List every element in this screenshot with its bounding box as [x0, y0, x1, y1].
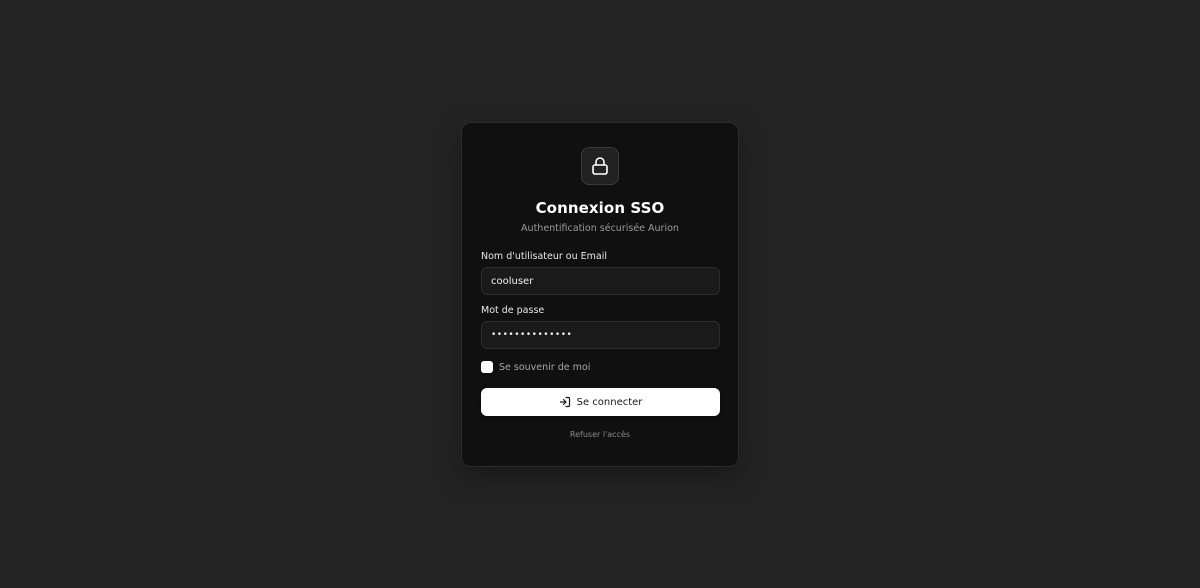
- refuse-access-link[interactable]: Refuser l'accès: [462, 430, 738, 439]
- login-card: Connexion SSO Authentification sécurisée…: [461, 122, 739, 467]
- page-title: Connexion SSO: [535, 199, 665, 217]
- username-label: Nom d'utilisateur ou Email: [481, 251, 607, 262]
- login-button[interactable]: Se connecter: [481, 388, 720, 416]
- username-field[interactable]: cooluser: [481, 267, 720, 295]
- password-field[interactable]: ••••••••••••••: [481, 321, 720, 349]
- lock-icon: [592, 157, 608, 175]
- page-subtitle: Authentification sécurisée Aurion: [521, 223, 679, 234]
- login-button-label: Se connecter: [576, 396, 643, 408]
- remember-label[interactable]: Se souvenir de moi: [499, 362, 590, 373]
- remember-me[interactable]: Se souvenir de moi: [481, 361, 590, 373]
- remember-checkbox[interactable]: [481, 361, 493, 373]
- sign-in-icon: [559, 396, 571, 408]
- lock-badge: [581, 147, 619, 185]
- password-label: Mot de passe: [481, 305, 545, 316]
